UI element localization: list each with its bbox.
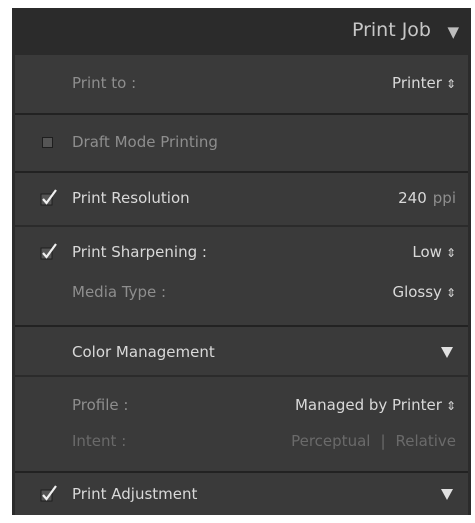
print-resolution-section: Print Resolution 240 ppi (15, 173, 468, 225)
draft-mode-label: Draft Mode Printing (72, 133, 218, 151)
intent-separator: | (380, 432, 386, 450)
color-management-header[interactable]: Color Management (15, 327, 468, 375)
color-management-label: Color Management (72, 343, 215, 361)
profile-label: Profile : (72, 396, 129, 414)
print-resolution-checkbox[interactable] (40, 189, 58, 207)
print-job-panel: Print Job ▼ Print to : Printer ⇕ Draft Mo… (12, 8, 471, 515)
print-resolution-row: Print Resolution 240 ppi (15, 177, 468, 221)
print-resolution-field[interactable]: 240 ppi (398, 189, 456, 207)
print-adjustment-row: Print Adjustment (15, 473, 468, 515)
print-to-section: Print to : Printer ⇕ (15, 55, 468, 113)
intent-label: Intent : (72, 432, 127, 450)
up-down-arrows-icon: ⇕ (445, 246, 456, 260)
intent-relative-option[interactable]: Relative (396, 432, 457, 450)
print-sharpening-section: Print Sharpening : Low ⇕ Media Type : Glo… (15, 227, 468, 325)
profile-select[interactable]: Managed by Printer ⇕ (295, 396, 456, 414)
collapse-triangle-icon[interactable]: ▼ (447, 23, 459, 41)
print-adjustment-label: Print Adjustment (72, 485, 198, 503)
intent-perceptual-option[interactable]: Perceptual (291, 432, 370, 450)
up-down-arrows-icon: ⇕ (445, 286, 456, 300)
draft-mode-row[interactable]: Draft Mode Printing (15, 121, 468, 165)
up-down-arrows-icon: ⇕ (445, 399, 456, 413)
draft-mode-section: Draft Mode Printing (15, 115, 468, 171)
print-sharpening-label: Print Sharpening : (72, 243, 207, 261)
print-sharpening-row: Print Sharpening : Low ⇕ (15, 231, 468, 275)
media-type-label: Media Type : (72, 283, 167, 301)
panel-header[interactable]: Print Job ▼ (12, 8, 471, 55)
up-down-arrows-icon: ⇕ (445, 77, 456, 91)
print-adjustment-checkbox[interactable] (40, 485, 58, 503)
intent-row: Intent : Perceptual | Relative (15, 420, 468, 464)
color-management-row[interactable]: Color Management (15, 331, 468, 375)
resolution-unit: ppi (432, 189, 456, 207)
print-to-label: Print to : (72, 74, 137, 92)
print-sharpening-checkbox[interactable] (40, 243, 58, 261)
media-type-select[interactable]: Glossy ⇕ (392, 283, 456, 301)
panel-title: Print Job (351, 19, 431, 41)
intent-options: Perceptual | Relative (291, 432, 456, 450)
print-to-row: Print to : Printer ⇕ (15, 62, 468, 106)
print-adjustment-section: Print Adjustment (15, 473, 468, 515)
media-type-row: Media Type : Glossy ⇕ (15, 271, 468, 315)
print-sharpening-select[interactable]: Low ⇕ (412, 243, 456, 261)
print-to-select[interactable]: Printer ⇕ (392, 74, 456, 92)
expand-triangle-icon[interactable] (441, 347, 453, 358)
print-resolution-label: Print Resolution (72, 189, 190, 207)
draft-mode-checkbox[interactable] (42, 137, 53, 148)
color-profile-section: Profile : Managed by Printer ⇕ Intent : P… (15, 377, 468, 471)
expand-triangle-icon[interactable] (441, 489, 453, 500)
